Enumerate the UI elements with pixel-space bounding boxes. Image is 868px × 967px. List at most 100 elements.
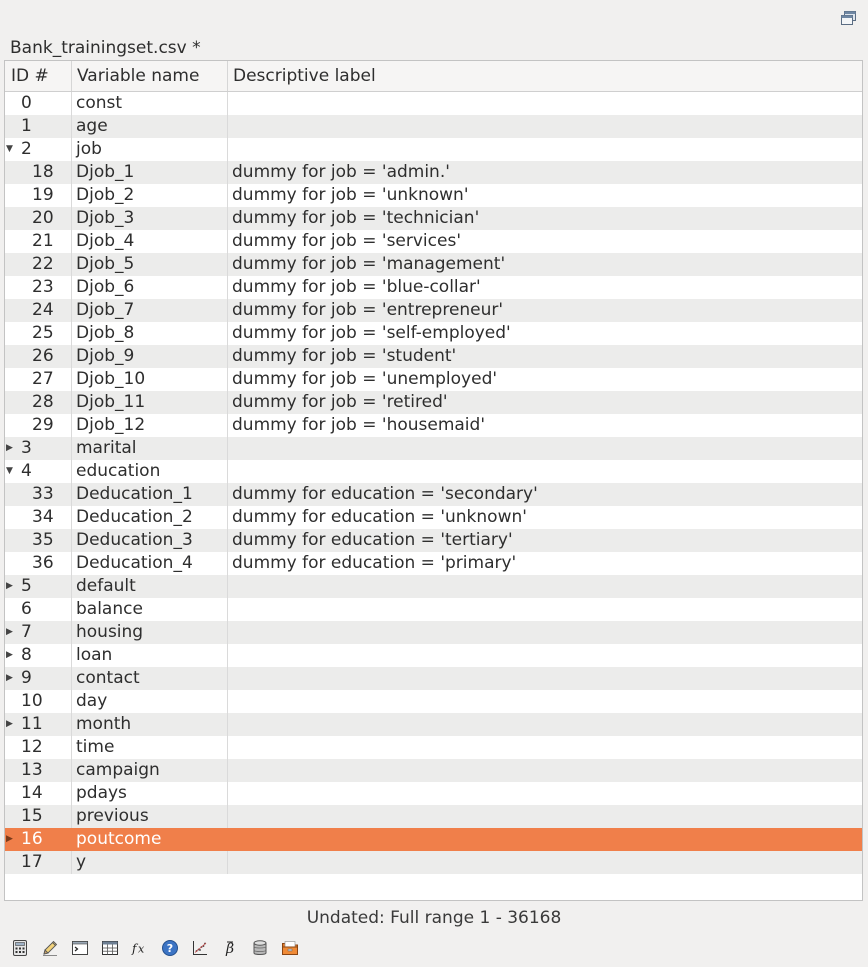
- variable-name: loan: [72, 644, 228, 667]
- variable-id: 0: [21, 93, 32, 113]
- variable-id: 2: [21, 139, 32, 159]
- calculator-icon[interactable]: [8, 936, 32, 960]
- table-row[interactable]: 33 Deducation_1 dummy for education = 'sec…: [5, 483, 862, 506]
- table-grid-icon[interactable]: [98, 936, 122, 960]
- edit-pencil-icon[interactable]: [38, 936, 62, 960]
- descriptive-label: dummy for job = 'services': [232, 231, 461, 251]
- database-icon[interactable]: [248, 936, 272, 960]
- variable-name: age: [72, 115, 228, 138]
- table-row[interactable]: ▶ 7 housing: [5, 621, 862, 644]
- variable-name: Djob_1: [72, 161, 228, 184]
- collapsed-triangle-icon[interactable]: ▶: [6, 437, 16, 460]
- table-row[interactable]: 26 Djob_9 dummy for job = 'student': [5, 345, 862, 368]
- column-header-descriptive-label[interactable]: Descriptive label: [228, 61, 862, 91]
- id-cell: 19: [5, 184, 72, 207]
- variable-name: Deducation_2: [72, 506, 228, 529]
- collapsed-triangle-icon[interactable]: ▶: [6, 644, 16, 667]
- variable-name: balance: [72, 598, 228, 621]
- table-row[interactable]: 12 time: [5, 736, 862, 759]
- table-row[interactable]: 10 day: [5, 690, 862, 713]
- table-row[interactable]: ▶ 16 poutcome: [5, 828, 862, 851]
- table-row[interactable]: 17 y: [5, 851, 862, 874]
- table-row[interactable]: 22 Djob_5 dummy for job = 'management': [5, 253, 862, 276]
- column-header-variable-name[interactable]: Variable name: [72, 61, 228, 91]
- table-row[interactable]: ▶ 9 contact: [5, 667, 862, 690]
- table-row[interactable]: 1 age: [5, 115, 862, 138]
- table-row[interactable]: 0 const: [5, 92, 862, 115]
- variable-id: 6: [21, 599, 32, 619]
- id-cell: 12: [5, 736, 72, 759]
- variable-id: 26: [32, 346, 54, 366]
- table-row[interactable]: ▶ 8 loan: [5, 644, 862, 667]
- variable-name: Deducation_3: [72, 529, 228, 552]
- table-row[interactable]: 25 Djob_8 dummy for job = 'self-employed': [5, 322, 862, 345]
- table-row[interactable]: 35 Deducation_3 dummy for education = 'ter…: [5, 529, 862, 552]
- variable-id: 19: [32, 185, 54, 205]
- table-row[interactable]: 15 previous: [5, 805, 862, 828]
- variable-id: 7: [21, 622, 32, 642]
- column-header-id[interactable]: ID #: [5, 61, 72, 91]
- scatter-plot-icon[interactable]: [188, 936, 212, 960]
- table-row[interactable]: 36 Deducation_4 dummy for education = 'pri…: [5, 552, 862, 575]
- descriptive-label: [228, 598, 862, 621]
- variable-id: 18: [32, 162, 54, 182]
- help-icon[interactable]: ?: [158, 936, 182, 960]
- variable-list-table[interactable]: ID # Variable name Descriptive label 0 co…: [4, 60, 863, 901]
- table-row[interactable]: 24 Djob_7 dummy for job = 'entrepreneur': [5, 299, 862, 322]
- table-row[interactable]: ▼ 4 education: [5, 460, 862, 483]
- table-row[interactable]: 21 Djob_4 dummy for job = 'services': [5, 230, 862, 253]
- collapsed-triangle-icon[interactable]: ▶: [6, 828, 16, 851]
- collapsed-triangle-icon[interactable]: ▶: [6, 575, 16, 598]
- restore-window-icon[interactable]: [840, 10, 858, 26]
- id-cell: ▼ 2: [5, 138, 72, 161]
- table-row[interactable]: 19 Djob_2 dummy for job = 'unknown': [5, 184, 862, 207]
- descriptive-label: dummy for job = 'blue-collar': [232, 277, 481, 297]
- descriptive-label: [228, 736, 862, 759]
- id-cell: 25: [5, 322, 72, 345]
- table-row[interactable]: ▶ 3 marital: [5, 437, 862, 460]
- table-row[interactable]: 6 balance: [5, 598, 862, 621]
- table-row[interactable]: 34 Deducation_2 dummy for education = 'unk…: [5, 506, 862, 529]
- variable-id: 8: [21, 645, 32, 665]
- collapsed-triangle-icon[interactable]: ▶: [6, 713, 16, 736]
- variable-name: Djob_5: [72, 253, 228, 276]
- table-row[interactable]: 18 Djob_1 dummy for job = 'admin.': [5, 161, 862, 184]
- table-row[interactable]: ▶ 11 month: [5, 713, 862, 736]
- table-row[interactable]: 23 Djob_6 dummy for job = 'blue-collar': [5, 276, 862, 299]
- id-cell: ▶ 5: [5, 575, 72, 598]
- id-cell: ▶ 11: [5, 713, 72, 736]
- descriptive-label: dummy for education = 'tertiary': [232, 530, 513, 550]
- terminal-icon[interactable]: [68, 936, 92, 960]
- table-row[interactable]: 27 Djob_10 dummy for job = 'unemployed': [5, 368, 862, 391]
- table-row[interactable]: 28 Djob_11 dummy for job = 'retired': [5, 391, 862, 414]
- descriptive-label: [228, 713, 862, 736]
- variable-name: Djob_7: [72, 299, 228, 322]
- table-row[interactable]: ▶ 5 default: [5, 575, 862, 598]
- table-row[interactable]: 14 pdays: [5, 782, 862, 805]
- id-cell: 28: [5, 391, 72, 414]
- collapsed-triangle-icon[interactable]: ▶: [6, 621, 16, 644]
- id-cell: ▶ 7: [5, 621, 72, 644]
- variable-id: 34: [32, 507, 54, 527]
- beta-model-icon[interactable]: β: [218, 936, 242, 960]
- variable-id: 4: [21, 461, 32, 481]
- svg-text:x: x: [138, 943, 145, 956]
- id-cell: 36: [5, 552, 72, 575]
- session-icon[interactable]: [278, 936, 302, 960]
- function-fx-icon[interactable]: f x: [128, 936, 152, 960]
- dataset-filename: Bank_trainingset.csv *: [10, 38, 201, 58]
- table-row[interactable]: 29 Djob_12 dummy for job = 'housemaid': [5, 414, 862, 437]
- expanded-triangle-icon[interactable]: ▼: [6, 138, 16, 161]
- id-cell: 1: [5, 115, 72, 138]
- descriptive-label: [228, 828, 862, 851]
- table-row[interactable]: 13 campaign: [5, 759, 862, 782]
- variable-id: 9: [21, 668, 32, 688]
- table-row[interactable]: ▼ 2 job: [5, 138, 862, 161]
- expanded-triangle-icon[interactable]: ▼: [6, 460, 16, 483]
- variable-id: 33: [32, 484, 54, 504]
- variable-name: job: [72, 138, 228, 161]
- collapsed-triangle-icon[interactable]: ▶: [6, 667, 16, 690]
- variable-name: housing: [72, 621, 228, 644]
- table-row[interactable]: 20 Djob_3 dummy for job = 'technician': [5, 207, 862, 230]
- variable-name: Deducation_1: [72, 483, 228, 506]
